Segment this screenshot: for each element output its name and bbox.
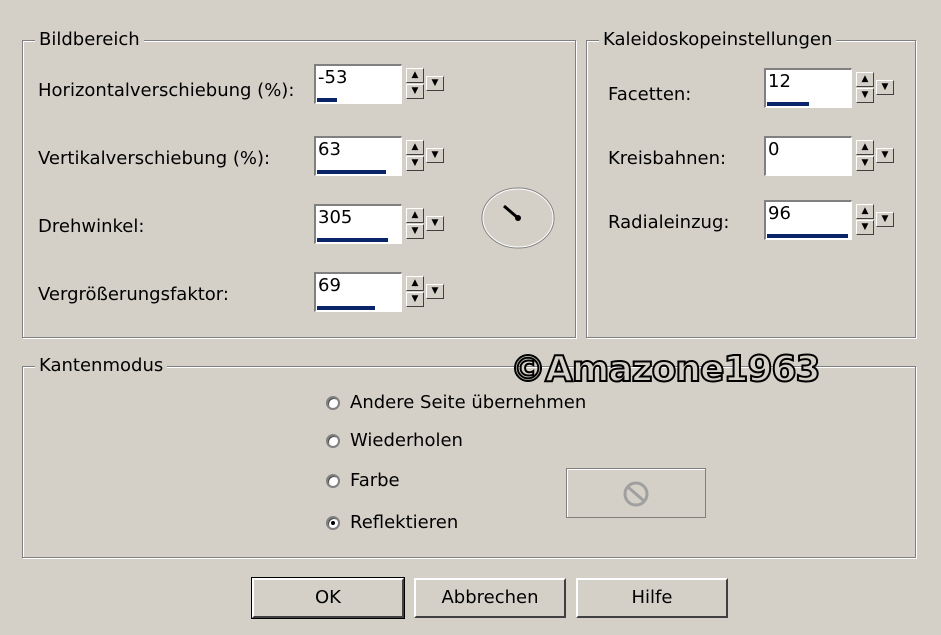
radio-wiederholen[interactable]: Wiederholen [326, 430, 463, 451]
radio-farbe-dot[interactable] [326, 473, 340, 488]
radial-reset-button[interactable]: ▼ [876, 212, 894, 227]
radio-farbe-label: Farbe [350, 470, 400, 491]
vergroesserung-down-button[interactable]: ▼ [406, 292, 424, 307]
facetten-fill [767, 102, 809, 106]
drehwinkel-fill [317, 238, 388, 242]
vergroesserung-label: Vergrößerungsfaktor: [38, 284, 229, 305]
vergroesserung-value: 69 [318, 275, 341, 296]
no-symbol-icon [623, 481, 649, 507]
radio-andere-seite[interactable]: Andere Seite übernehmen [326, 392, 586, 413]
radio-farbe[interactable]: Farbe [326, 470, 400, 491]
horizontal-field[interactable]: -53 [314, 64, 402, 104]
kreisbahnen-reset-button[interactable]: ▼ [876, 148, 894, 163]
kreisbahnen-label: Kreisbahnen: [608, 148, 727, 169]
vertikal-field[interactable]: 63 [314, 136, 402, 176]
radial-field[interactable]: 96 [764, 200, 852, 240]
vergroesserung-field[interactable]: 69 [314, 272, 402, 312]
vergroesserung-fill [317, 306, 375, 310]
kreisbahnen-value: 0 [768, 139, 780, 160]
kantenmodus-title: Kantenmodus [35, 355, 168, 377]
drehwinkel-reset-button[interactable]: ▼ [426, 216, 444, 231]
radial-label: Radialeinzug: [608, 212, 730, 233]
angle-dial[interactable] [480, 186, 558, 250]
radio-reflektieren-dot[interactable] [326, 515, 340, 530]
drehwinkel-spinner[interactable]: 305 ▲ ▼ ▼ [314, 204, 448, 246]
radial-spinner[interactable]: 96 ▲ ▼ ▼ [764, 200, 898, 242]
horizontal-reset-button[interactable]: ▼ [426, 76, 444, 91]
radio-wiederholen-label: Wiederholen [350, 430, 463, 451]
horizontal-label: Horizontalverschiebung (%): [38, 80, 295, 101]
vertikal-label: Vertikalverschiebung (%): [38, 148, 271, 169]
vertikal-spinner[interactable]: 63 ▲ ▼ ▼ [314, 136, 448, 178]
kaleidoskop-title: Kaleidoskopeinstellungen [599, 29, 837, 51]
cancel-button[interactable]: Abbrechen [414, 578, 566, 618]
facetten-spinner[interactable]: 12 ▲ ▼ ▼ [764, 68, 898, 110]
facetten-field[interactable]: 12 [764, 68, 852, 108]
drehwinkel-value: 305 [318, 207, 353, 228]
radio-andere-seite-label: Andere Seite übernehmen [350, 392, 587, 413]
facetten-up-button[interactable]: ▲ [856, 72, 874, 87]
radio-andere-seite-dot[interactable] [326, 395, 340, 410]
bildbereich-title: Bildbereich [35, 29, 144, 51]
vergroesserung-spinner[interactable]: 69 ▲ ▼ ▼ [314, 272, 448, 314]
horizontal-spinner[interactable]: -53 ▲ ▼ ▼ [314, 64, 448, 106]
watermark: ©Amazone1963 [509, 349, 822, 391]
vertikal-down-button[interactable]: ▼ [406, 156, 424, 171]
horizontal-fill [317, 98, 337, 102]
kreisbahnen-spinner[interactable]: 0 ▲ ▼ ▼ [764, 136, 898, 178]
radio-wiederholen-dot[interactable] [326, 433, 340, 448]
help-button[interactable]: Hilfe [576, 578, 728, 618]
drehwinkel-up-button[interactable]: ▲ [406, 208, 424, 223]
radial-down-button[interactable]: ▼ [856, 220, 874, 235]
vergroesserung-reset-button[interactable]: ▼ [426, 284, 444, 299]
kreisbahnen-field[interactable]: 0 [764, 136, 852, 176]
horizontal-value: -53 [318, 67, 348, 88]
facetten-value: 12 [768, 71, 791, 92]
facetten-down-button[interactable]: ▼ [856, 88, 874, 103]
radial-value: 96 [768, 203, 791, 224]
horizontal-down-button[interactable]: ▼ [406, 84, 424, 99]
horizontal-up-button[interactable]: ▲ [406, 68, 424, 83]
drehwinkel-field[interactable]: 305 [314, 204, 402, 244]
color-swatch[interactable] [566, 468, 706, 518]
facetten-reset-button[interactable]: ▼ [876, 80, 894, 95]
kreisbahnen-up-button[interactable]: ▲ [856, 140, 874, 155]
vertikal-value: 63 [318, 139, 341, 160]
radio-reflektieren[interactable]: Reflektieren [326, 512, 458, 533]
ok-button[interactable]: OK [251, 577, 405, 619]
drehwinkel-label: Drehwinkel: [38, 216, 145, 237]
vertikal-fill [317, 170, 386, 174]
radio-reflektieren-label: Reflektieren [350, 512, 459, 533]
facetten-label: Facetten: [608, 84, 692, 105]
kreisbahnen-down-button[interactable]: ▼ [856, 156, 874, 171]
vertikal-up-button[interactable]: ▲ [406, 140, 424, 155]
drehwinkel-down-button[interactable]: ▼ [406, 224, 424, 239]
radial-up-button[interactable]: ▲ [856, 204, 874, 219]
radial-fill [767, 234, 848, 238]
vergroesserung-up-button[interactable]: ▲ [406, 276, 424, 291]
vertikal-reset-button[interactable]: ▼ [426, 148, 444, 163]
